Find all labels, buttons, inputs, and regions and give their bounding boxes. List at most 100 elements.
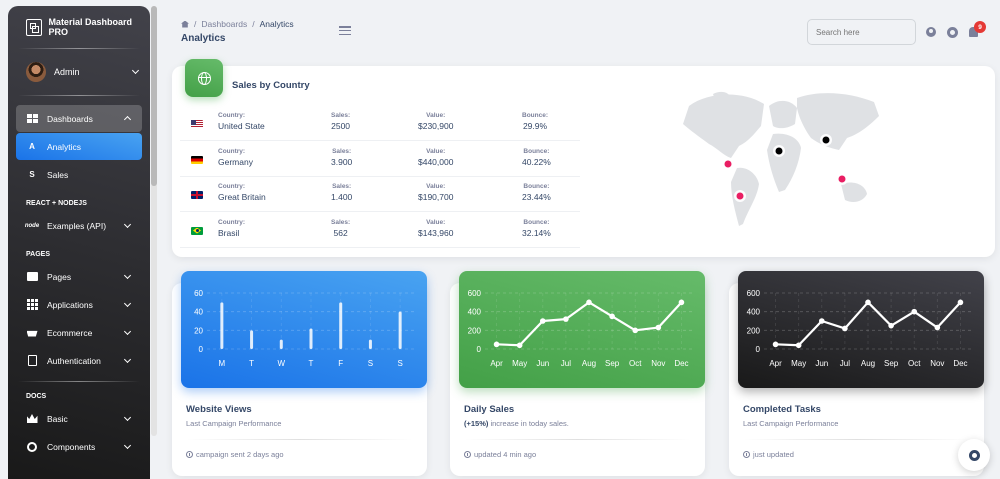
menu-toggle-icon[interactable] bbox=[339, 26, 351, 35]
cell-label: Country: bbox=[218, 183, 246, 190]
value-cell: Value: $190,700 bbox=[418, 183, 453, 202]
sidebar-item-ecommerce[interactable]: Ecommerce bbox=[16, 319, 142, 346]
sidebar-item-basic[interactable]: Basic bbox=[16, 405, 142, 432]
brand[interactable]: Material Dashboard PRO bbox=[8, 6, 150, 48]
data-point-4[interactable] bbox=[586, 299, 592, 306]
completed-tasks-card: 0 200 400 600 Apr May Jun Jul Aug Sep Oct Nov Dec Co… bbox=[729, 271, 984, 476]
data-point-0[interactable] bbox=[772, 341, 779, 348]
y-tick-label: 200 bbox=[468, 326, 482, 335]
sidebar-item-sales[interactable]: S Sales bbox=[16, 161, 142, 188]
chevron-down-icon bbox=[131, 66, 140, 75]
sidebar-item-analytics[interactable]: A Analytics bbox=[16, 133, 142, 160]
daily-sales-chart[interactable]: 0 200 400 600 Apr May Jun Jul Aug Sep Oct Nov Dec bbox=[459, 271, 705, 388]
data-point-2[interactable] bbox=[818, 318, 825, 324]
divider bbox=[464, 439, 691, 440]
website-views-card: 0 20 40 60 M T W T F S S Website Views Last Campai… bbox=[172, 271, 427, 476]
bounce-cell: Bounce: 23.44% bbox=[522, 183, 551, 202]
data-point-0[interactable] bbox=[493, 341, 500, 348]
data-point-5[interactable] bbox=[609, 313, 615, 320]
chevron-down-icon bbox=[123, 327, 132, 335]
x-tick-label: Dec bbox=[953, 359, 967, 368]
sidebar-item-authentication[interactable]: Authentication bbox=[16, 347, 142, 374]
sidebar-item-label: Basic bbox=[47, 413, 68, 424]
x-tick-label: T bbox=[309, 359, 314, 368]
x-tick-label: Apr bbox=[769, 359, 782, 368]
map-marker-south-america[interactable] bbox=[736, 192, 744, 200]
breadcrumb-current: Analytics bbox=[259, 19, 294, 29]
sidebar-item-dashboards[interactable]: Dashboards bbox=[16, 105, 142, 132]
chevron-down-icon bbox=[123, 413, 132, 421]
crown-icon bbox=[26, 414, 38, 424]
completed-tasks-chart[interactable]: 0 200 400 600 Apr May Jun Jul Aug Sep Oct Nov Dec bbox=[738, 271, 984, 388]
sidebar-item-pages[interactable]: Pages bbox=[16, 263, 142, 290]
data-point-6[interactable] bbox=[632, 327, 639, 334]
chevron-down-icon bbox=[123, 299, 132, 307]
apps-icon bbox=[26, 299, 38, 310]
cell-label: Country: bbox=[218, 218, 246, 226]
map-marker-north-america[interactable] bbox=[724, 160, 732, 168]
cell-value: $190,700 bbox=[418, 192, 454, 202]
sidebar-item-label: Pages bbox=[47, 271, 72, 282]
configurator-button[interactable] bbox=[958, 439, 990, 471]
bar-1[interactable] bbox=[250, 330, 254, 349]
sidebar-scrollbar[interactable] bbox=[151, 6, 157, 436]
chevron-up-icon bbox=[123, 115, 132, 123]
data-point-1[interactable] bbox=[795, 342, 802, 349]
data-point-6[interactable] bbox=[911, 308, 918, 315]
settings-icon[interactable] bbox=[947, 27, 958, 38]
x-tick-label: S bbox=[397, 359, 402, 368]
data-point-3[interactable] bbox=[842, 325, 848, 332]
bar-4[interactable] bbox=[339, 302, 343, 349]
section-heading: DOCS bbox=[26, 393, 47, 400]
brand-logo-icon bbox=[26, 18, 43, 36]
value-cell: Value: $440,000 bbox=[418, 148, 453, 167]
y-tick-label: 0 bbox=[477, 345, 482, 354]
data-point-5[interactable] bbox=[888, 322, 894, 329]
data-point-8[interactable] bbox=[678, 299, 685, 306]
x-tick-label: F bbox=[338, 359, 343, 368]
home-icon[interactable] bbox=[181, 20, 189, 28]
country-cell: Country: United State bbox=[218, 112, 265, 131]
bar-5[interactable] bbox=[368, 339, 372, 349]
bar-3[interactable] bbox=[309, 328, 313, 349]
user-menu[interactable]: Admin bbox=[8, 49, 150, 95]
sidebar-item-label: Sales bbox=[47, 169, 69, 180]
y-tick-label: 600 bbox=[747, 289, 761, 298]
card-subtitle: Last Campaign Performance bbox=[743, 419, 839, 428]
account-icon[interactable] bbox=[926, 27, 936, 37]
value-cell: Value: $143,960 bbox=[418, 219, 453, 238]
scrollbar-thumb[interactable] bbox=[151, 6, 157, 186]
map-marker-asia-south[interactable] bbox=[838, 175, 846, 183]
cell-label: Sales: bbox=[331, 218, 351, 226]
website-views-chart[interactable]: 0 20 40 60 M T W T F S S bbox=[181, 271, 427, 388]
sidebar-item-letter: A bbox=[29, 142, 35, 151]
sidebar-item-applications[interactable]: Applications bbox=[16, 291, 142, 318]
cell-value: 40.22% bbox=[522, 156, 551, 167]
bar-6[interactable] bbox=[398, 311, 402, 349]
sidebar-item-components[interactable]: Components bbox=[16, 433, 142, 460]
map-marker-europe[interactable] bbox=[775, 147, 783, 155]
x-tick-label: Nov bbox=[930, 359, 944, 368]
bar-0[interactable] bbox=[220, 302, 224, 349]
cell-value: 1.400 bbox=[331, 192, 353, 202]
notification-badge: 9 bbox=[974, 21, 986, 33]
data-point-8[interactable] bbox=[957, 299, 964, 306]
breadcrumb-dashboards[interactable]: Dashboards bbox=[201, 19, 247, 29]
search-input[interactable] bbox=[807, 19, 916, 45]
cell-label: Sales: bbox=[332, 183, 352, 190]
data-point-1[interactable] bbox=[516, 342, 523, 349]
data-point-2[interactable] bbox=[539, 318, 546, 324]
map-marker-asia-north[interactable] bbox=[822, 136, 830, 144]
data-point-7[interactable] bbox=[934, 324, 941, 331]
data-point-7[interactable] bbox=[655, 324, 662, 331]
data-point-4[interactable] bbox=[865, 299, 871, 306]
data-point-3[interactable] bbox=[563, 316, 569, 322]
sidebar-item-examples[interactable]: node Examples (API) bbox=[16, 212, 142, 239]
clipboard-icon bbox=[26, 355, 38, 366]
sales-by-country-card: Sales by Country Country: United State Sal… bbox=[172, 59, 995, 257]
clock-icon bbox=[186, 451, 193, 458]
sidebar-item-label: Applications bbox=[47, 299, 93, 310]
y-tick-label: 0 bbox=[756, 345, 761, 354]
bar-2[interactable] bbox=[279, 339, 283, 349]
card-title: Daily Sales bbox=[464, 404, 515, 415]
